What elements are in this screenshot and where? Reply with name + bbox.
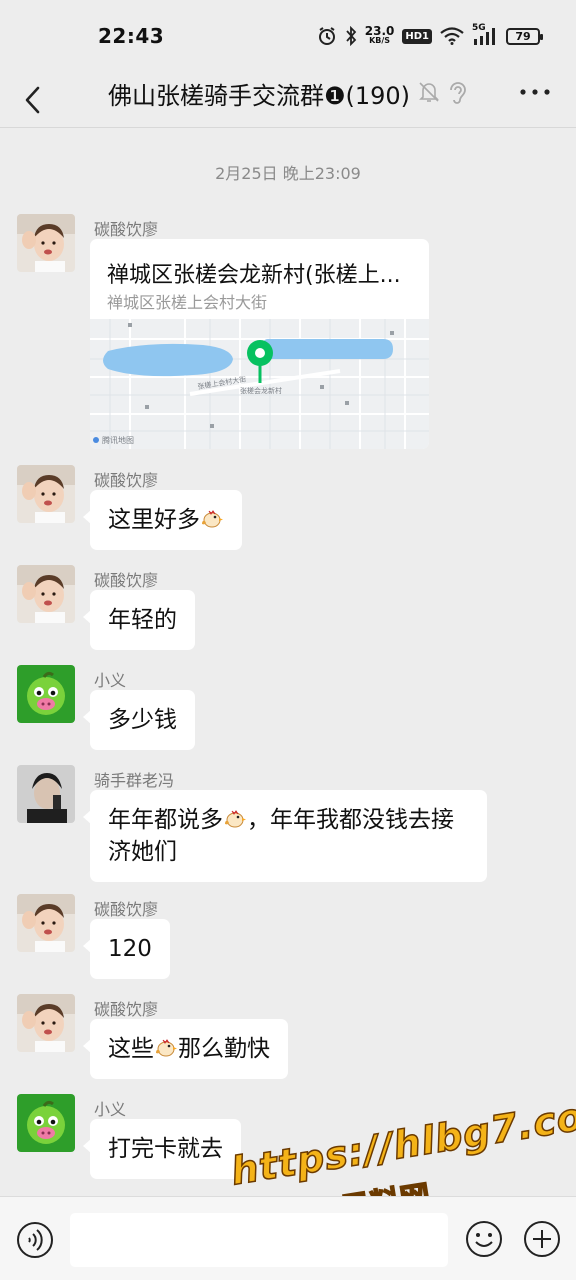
avatar[interactable] (17, 1094, 75, 1152)
hd-badge: HD1 (402, 28, 432, 44)
alarm-icon (318, 27, 335, 45)
message-text: 年年都说多 (108, 807, 223, 833)
battery-indicator: 79 (506, 27, 543, 45)
avatar[interactable] (17, 214, 75, 272)
message-text: 这些 (108, 1036, 154, 1062)
avatar[interactable] (17, 994, 75, 1052)
ear-icon (450, 82, 466, 104)
message-text: 打完卡就去 (108, 1136, 223, 1162)
back-icon[interactable] (18, 78, 48, 122)
emoji-icon[interactable] (464, 1219, 504, 1259)
network-speed-unit: KB/S (369, 36, 391, 45)
sender-name: 碳酸饮廖 (94, 220, 159, 239)
message-bubble[interactable]: 年轻的 (83, 590, 195, 650)
message-bubble[interactable]: 这些 那么勤快 (83, 1019, 288, 1079)
sender-name: 碳酸饮廖 (94, 900, 159, 919)
sender-name: 骑手群老冯 (94, 771, 175, 790)
message-text: 多少钱 (108, 707, 177, 733)
input-bar (0, 1196, 576, 1280)
avatar[interactable] (17, 894, 75, 952)
map-thumbnail: 张槎上会村大街 张槎会龙新村 腾讯地图 (90, 319, 429, 449)
chicken-emoji-icon (155, 1039, 178, 1057)
message-bubble[interactable]: 这里好多 (83, 490, 242, 550)
mute-icon (419, 82, 439, 102)
status-time: 22:43 (98, 24, 165, 48)
message-text-tail: 那么勤快 (178, 1036, 270, 1062)
bluetooth-icon (346, 26, 356, 46)
plus-icon[interactable] (522, 1219, 562, 1259)
voice-icon[interactable] (16, 1221, 54, 1259)
network-speed: 23.0 KB/S (364, 24, 395, 46)
more-icon[interactable] (518, 82, 552, 102)
sender-name: 碳酸饮廖 (94, 1000, 159, 1019)
location-address: 禅城区张槎上会村大街 (107, 293, 268, 312)
location-card[interactable]: 禅城区张槎会龙新村(张槎上... 禅城区张槎上会村大街 张槎上会村大街 张槎会龙… (90, 239, 429, 449)
map-provider-label: 腾讯地图 (102, 435, 134, 445)
chat-timestamp: 2月25日 晚上23:09 (215, 164, 361, 183)
group-title: 佛山张槎骑手交流群❶(190) (108, 82, 411, 110)
wifi-icon (440, 27, 464, 45)
chat-header: 佛山张槎骑手交流群❶(190) (0, 72, 576, 128)
avatar[interactable] (17, 765, 75, 823)
location-name: 禅城区张槎会龙新村(张槎上... (107, 263, 401, 288)
message-text: 年轻的 (108, 607, 177, 633)
status-bar: 22:43 23.0 KB/S HD1 5G 79 (0, 0, 576, 72)
chicken-emoji-icon (224, 810, 247, 828)
message-bubble[interactable]: 打完卡就去 (83, 1119, 241, 1179)
sender-name: 碳酸饮廖 (94, 471, 159, 490)
cell-signal: 5G (472, 23, 498, 46)
message-bubble[interactable]: 多少钱 (83, 690, 195, 750)
signal-bars-icon (474, 28, 495, 45)
sender-name: 碳酸饮廖 (94, 571, 159, 590)
message-text: 这里好多 (108, 507, 200, 533)
map-pin-label: 张槎会龙新村 (240, 386, 282, 395)
status-icons: 23.0 KB/S HD1 5G 79 (317, 22, 543, 50)
message-input[interactable] (70, 1213, 448, 1267)
sender-name: 小义 (94, 1100, 127, 1119)
avatar[interactable] (17, 465, 75, 523)
avatar[interactable] (17, 565, 75, 623)
sender-name: 小义 (94, 671, 127, 690)
avatar[interactable] (17, 665, 75, 723)
chicken-emoji-icon (201, 510, 224, 528)
message-text: 120 (108, 936, 152, 962)
message-bubble[interactable]: 120 (83, 919, 170, 979)
network-speed-value: 23.0 (364, 24, 395, 38)
message-bubble[interactable]: 年年都说多 ，年年我都没钱去接济她们 (83, 790, 487, 882)
